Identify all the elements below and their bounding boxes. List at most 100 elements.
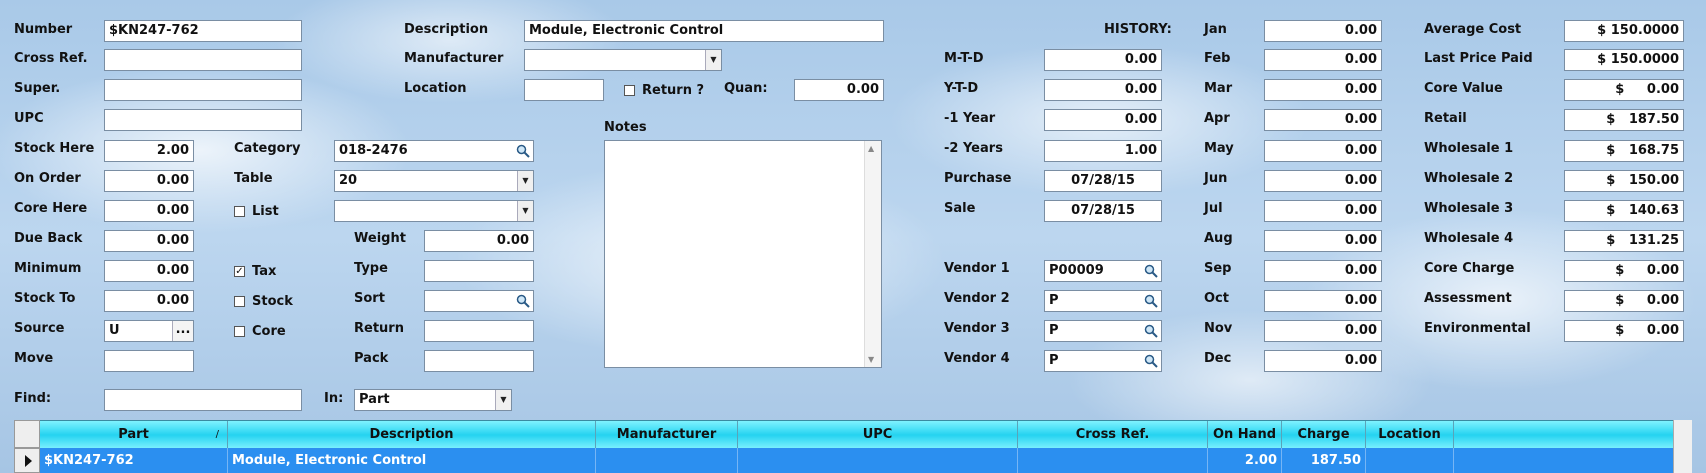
onorder-field[interactable]: 0.00 [104,170,194,192]
price-field[interactable]: $ 0.00 [1564,79,1684,101]
category-field[interactable]: 018-2476 [334,140,534,162]
price-label: Wholesale 4 [1424,231,1514,246]
year1-field[interactable]: 0.00 [1044,109,1162,131]
vendor2-search-icon[interactable] [1144,294,1158,308]
weight-field[interactable]: 0.00 [424,230,534,252]
manufacturer-select[interactable]: ▼ [524,49,722,71]
month-field[interactable]: 0.00 [1264,49,1382,71]
stockto-field[interactable]: 0.00 [104,290,194,312]
col-charge[interactable]: Charge [1282,421,1366,449]
core-checkbox[interactable] [234,326,245,337]
source-browse-button[interactable]: ... [172,321,193,341]
vendor2-field[interactable]: P [1044,290,1162,312]
vendor1-search-icon[interactable] [1144,264,1158,278]
price-field[interactable]: $ 0.00 [1564,260,1684,282]
chevron-down-icon[interactable]: ▼ [517,201,533,221]
stockhere-field[interactable]: 2.00 [104,140,194,162]
price-label: Average Cost [1424,22,1522,37]
find-input[interactable] [104,389,302,411]
month-field[interactable]: 0.00 [1264,350,1382,372]
table-row[interactable]: $KN247-762 Module, Electronic Control 2.… [40,448,1690,473]
chevron-down-icon[interactable]: ▼ [495,390,511,410]
year2-field[interactable]: 1.00 [1044,140,1162,162]
col-upc[interactable]: UPC [738,421,1018,449]
number-field[interactable]: $KN247-762 [104,20,302,42]
month-field[interactable]: 0.00 [1264,320,1382,342]
month-field[interactable]: 0.00 [1264,140,1382,162]
move-field[interactable] [104,350,194,372]
scroll-down-icon[interactable]: ▼ [868,355,874,364]
vendor3-field[interactable]: P [1044,320,1162,342]
price-field[interactable]: $ 0.00 [1564,320,1684,342]
dueback-field[interactable]: 0.00 [104,230,194,252]
price-field[interactable]: $ 131.25 [1564,230,1684,252]
month-field[interactable]: 0.00 [1264,260,1382,282]
month-label: May [1204,141,1234,156]
month-field[interactable]: 0.00 [1264,200,1382,222]
crossref-field[interactable] [104,49,302,71]
purchase-field[interactable]: 07/28/15 [1044,170,1162,192]
upc-field[interactable] [104,109,302,131]
chevron-down-icon[interactable]: ▼ [517,171,533,191]
month-field[interactable]: 0.00 [1264,230,1382,252]
price-field[interactable]: $ 140.63 [1564,200,1684,222]
col-manufacturer[interactable]: Manufacturer [596,421,738,449]
category-search-icon[interactable] [516,144,530,158]
sale-field[interactable]: 07/28/15 [1044,200,1162,222]
description-field[interactable]: Module, Electronic Control [524,20,884,42]
in-select[interactable]: Part ▼ [354,389,512,411]
list-checkbox[interactable] [234,206,245,217]
price-field[interactable]: $ 150.0000 [1564,20,1684,42]
month-field[interactable]: 0.00 [1264,170,1382,192]
col-part-label: Part [118,427,149,442]
col-location[interactable]: Location [1366,421,1454,449]
pack-field[interactable] [424,350,534,372]
month-field[interactable]: 0.00 [1264,109,1382,131]
minimum-field[interactable]: 0.00 [104,260,194,282]
price-field[interactable]: $ 150.0000 [1564,49,1684,71]
col-onhand[interactable]: On Hand [1208,421,1282,449]
mtd-field[interactable]: 0.00 [1044,49,1162,71]
month-field[interactable]: 0.00 [1264,290,1382,312]
notes-textarea[interactable]: ▲ ▼ [604,140,882,368]
chevron-down-icon[interactable]: ▼ [705,50,721,70]
col-part[interactable]: Part / [40,421,228,449]
vendor3-search-icon[interactable] [1144,324,1158,338]
table-select[interactable]: 20 ▼ [334,170,534,192]
scroll-up-icon[interactable]: ▲ [868,144,874,153]
in-label: In: [324,391,344,406]
return-field[interactable] [424,320,534,342]
col-extra[interactable] [1454,421,1672,449]
row-pointer[interactable] [14,448,40,473]
source-field[interactable]: U ... [104,320,194,342]
type-field[interactable] [424,260,534,282]
sort-field[interactable] [424,290,534,312]
price-field[interactable]: $ 150.00 [1564,170,1684,192]
quan-field[interactable]: 0.00 [794,79,884,101]
price-field[interactable]: $ 0.00 [1564,290,1684,312]
vendor4-field[interactable]: P [1044,350,1162,372]
sort-search-icon[interactable] [516,294,530,308]
month-field[interactable]: 0.00 [1264,79,1382,101]
grid-scrollbar[interactable] [1673,420,1692,473]
notes-scrollbar[interactable]: ▲ ▼ [864,141,881,367]
vendor4-search-icon[interactable] [1144,354,1158,368]
col-description[interactable]: Description [228,421,596,449]
stock-checkbox[interactable] [234,296,245,307]
pack-label: Pack [354,351,389,366]
corehere-field[interactable]: 0.00 [104,200,194,222]
in-value: Part [359,392,390,407]
ytd-field[interactable]: 0.00 [1044,79,1162,101]
returnq-checkbox[interactable] [624,85,635,96]
price-field[interactable]: $ 168.75 [1564,140,1684,162]
tax-checkbox[interactable]: ✓ [234,266,245,277]
price-field[interactable]: $ 187.50 [1564,109,1684,131]
location-label: Location [404,81,467,96]
super-field[interactable] [104,79,302,101]
list-select[interactable]: ▼ [334,200,534,222]
vendor1-field[interactable]: P00009 [1044,260,1162,282]
source-label: Source [14,321,65,336]
location-field[interactable] [524,79,604,101]
month-field[interactable]: 0.00 [1264,20,1382,42]
col-crossref[interactable]: Cross Ref. [1018,421,1208,449]
